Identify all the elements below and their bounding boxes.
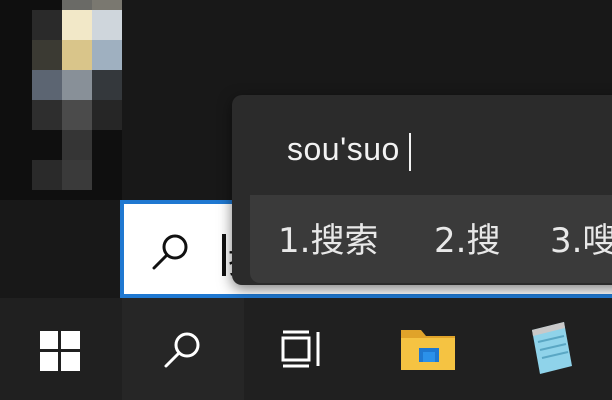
task-view-icon: [281, 330, 320, 368]
file-explorer-button[interactable]: [366, 298, 488, 400]
notepad-button[interactable]: [488, 298, 610, 400]
ime-candidate-1[interactable]: 1.搜索: [278, 213, 378, 262]
start-button[interactable]: [0, 298, 122, 400]
ime-text-cursor: [409, 133, 411, 171]
task-view-button[interactable]: [244, 298, 366, 400]
ime-candidate-window: sou'suo 1.搜索 2.搜 3.嗖: [232, 95, 612, 285]
ime-candidate-list: 1.搜索 2.搜 3.嗖: [250, 195, 612, 283]
search-input[interactable]: 搜: [222, 234, 242, 282]
desktop-wallpaper: [0, 0, 122, 200]
ime-candidate-3[interactable]: 3.嗖: [550, 213, 612, 262]
notepad-icon: [532, 322, 572, 374]
taskbar-search-button[interactable]: [122, 298, 244, 400]
windows-start-icon: [40, 331, 80, 371]
search-icon: [164, 332, 200, 368]
ime-candidate-2[interactable]: 2.搜: [434, 213, 500, 262]
taskbar: [0, 298, 612, 400]
file-explorer-icon: [401, 330, 455, 370]
search-icon: [148, 230, 192, 274]
ime-composition-text: sou'suo: [287, 131, 400, 167]
